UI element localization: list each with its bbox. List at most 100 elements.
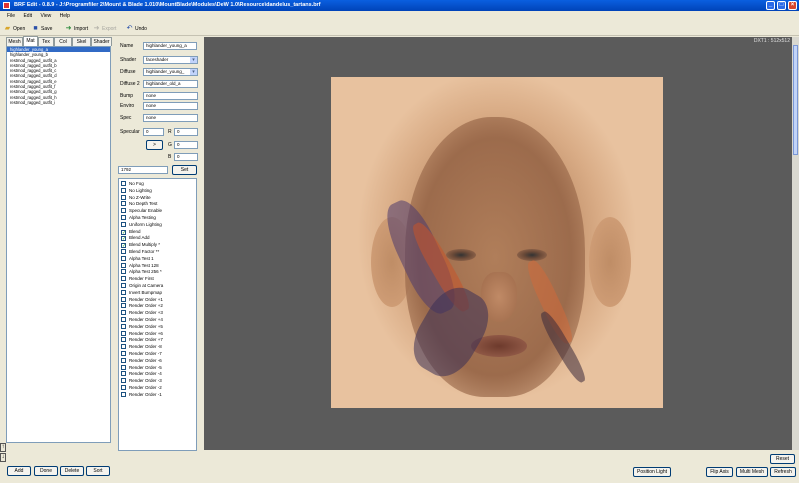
checkbox-icon[interactable]	[121, 262, 126, 268]
checkbox-icon[interactable]	[121, 296, 126, 302]
tab-tex[interactable]: Tex	[38, 37, 54, 46]
checkbox-icon[interactable]	[121, 310, 126, 316]
delete-button[interactable]: Delete	[60, 466, 84, 476]
checkbox-icon[interactable]	[121, 323, 126, 329]
flag-checkbox[interactable]: Render Order -8	[121, 344, 162, 351]
flag-checkbox[interactable]: No Lighting	[121, 187, 152, 195]
flag-checkbox[interactable]: Alpha Test 1	[121, 255, 154, 263]
multi-mesh-button[interactable]: Multi Mesh	[736, 467, 768, 477]
checkbox-icon[interactable]	[121, 330, 126, 336]
minimize-button[interactable]: _	[766, 1, 775, 10]
tab-mat[interactable]: Mat	[23, 36, 38, 46]
checkbox-icon[interactable]	[121, 194, 126, 200]
checkbox-icon[interactable]: ✓	[121, 243, 126, 249]
specular-field[interactable]: 0	[143, 128, 164, 136]
checkbox-icon[interactable]	[121, 351, 126, 356]
checkbox-icon[interactable]	[121, 208, 126, 214]
done-button[interactable]: Done	[34, 466, 58, 476]
open-button[interactable]: ▰ Open	[4, 24, 25, 34]
flag-checkbox[interactable]: Alpha Testing	[121, 215, 156, 222]
tab-shader[interactable]: Shader	[91, 37, 112, 46]
checkbox-icon[interactable]	[121, 283, 126, 288]
vertical-scrollbar[interactable]	[792, 37, 799, 450]
list-item[interactable]: restmod_ragged_outfit_i	[7, 100, 110, 105]
checkbox-icon[interactable]	[121, 303, 126, 309]
shader-select[interactable]: faceshader ▾	[143, 56, 198, 64]
flag-checkbox[interactable]: Render Order -3	[121, 378, 162, 385]
flag-checkbox[interactable]: No Fog	[121, 181, 144, 188]
set-flags-button[interactable]: Set	[172, 165, 197, 175]
flag-checkbox[interactable]: Alpha Test 128	[121, 262, 159, 270]
refresh-button[interactable]: Refresh	[770, 467, 796, 477]
flag-checkbox[interactable]: Invert Bumpmap	[121, 289, 162, 297]
color-pick-button[interactable]: >	[146, 140, 163, 150]
flag-checkbox[interactable]: Render Order -2	[121, 385, 162, 392]
tab-col[interactable]: Col	[54, 37, 72, 46]
flag-checkbox[interactable]: Render Order +3	[121, 310, 163, 317]
flag-checkbox[interactable]: Render Order +1	[121, 296, 163, 304]
menu-view[interactable]: View	[40, 12, 51, 21]
checkbox-icon[interactable]	[121, 378, 126, 384]
checkbox-icon[interactable]	[121, 364, 126, 370]
flag-checkbox[interactable]: Render Order +5	[121, 323, 163, 331]
flag-checkbox[interactable]: Render Order -6	[121, 357, 162, 365]
import-button[interactable]: ➜ Import	[65, 24, 89, 34]
texture-viewport[interactable]: DXT1 : 512x512	[204, 37, 799, 450]
add-button[interactable]: Add	[7, 466, 31, 476]
flag-checkbox[interactable]: Render Order -1	[121, 391, 162, 399]
flag-checkbox[interactable]: No Depth Test	[121, 201, 157, 208]
flag-checkbox[interactable]: Render Order -4	[121, 371, 162, 378]
checkbox-icon[interactable]: ✓	[121, 229, 126, 235]
checkbox-icon[interactable]	[121, 371, 126, 377]
move-down-button[interactable]: ↓	[0, 453, 6, 462]
checkbox-icon[interactable]	[121, 385, 126, 390]
checkbox-icon[interactable]	[121, 357, 126, 363]
flag-checkbox[interactable]: Origin at Camera	[121, 283, 163, 290]
scrollbar-thumb[interactable]	[793, 45, 798, 155]
checkbox-icon[interactable]	[121, 255, 126, 261]
checkbox-icon[interactable]	[121, 215, 126, 220]
flag-checkbox[interactable]: No Z-Write	[121, 194, 151, 202]
tab-mesh[interactable]: Mesh	[6, 37, 23, 46]
checkbox-icon[interactable]	[121, 221, 126, 227]
checkbox-icon[interactable]	[121, 289, 126, 295]
checkbox-icon[interactable]	[121, 187, 126, 193]
export-button[interactable]: ➜ Export	[93, 24, 117, 34]
b-field[interactable]: 0	[174, 153, 198, 161]
menu-edit[interactable]: Edit	[23, 12, 32, 21]
flag-checkbox[interactable]: Render Order +4	[121, 317, 163, 324]
flag-checkbox[interactable]: Alpha Test 256 *	[121, 269, 162, 276]
menu-help[interactable]: Help	[60, 12, 70, 21]
move-up-button[interactable]: ↑	[0, 443, 6, 452]
enviro-field[interactable]: none	[143, 102, 198, 110]
position-light-button[interactable]: Position Light	[633, 467, 671, 477]
chevron-down-icon[interactable]: ▾	[190, 69, 197, 75]
checkbox-icon[interactable]	[121, 181, 126, 186]
flip-axis-button[interactable]: Flip Axis	[706, 467, 733, 477]
tab-skel[interactable]: Skel	[72, 37, 91, 46]
flag-checkbox[interactable]: ✓ Blend	[121, 229, 141, 235]
flag-checkbox[interactable]: Render First	[121, 276, 154, 283]
sort-button[interactable]: Sort	[86, 466, 110, 476]
flag-checkbox[interactable]: Uniform Lighting	[121, 221, 162, 229]
checkbox-icon[interactable]: ✓	[121, 236, 126, 242]
flag-checkbox[interactable]: Blend Factor **	[121, 249, 159, 256]
flags-list[interactable]: No Fog No Lighting No Z-Write No Depth Test…	[118, 178, 197, 451]
flag-checkbox[interactable]: Specular Enable	[121, 208, 162, 215]
checkbox-icon[interactable]	[121, 337, 126, 343]
flag-checkbox[interactable]: Render Order +7	[121, 337, 163, 344]
checkbox-icon[interactable]	[121, 391, 126, 397]
save-button[interactable]: ■ Save	[32, 24, 52, 34]
flag-checkbox[interactable]: Render Order -7	[121, 351, 162, 358]
bump-field[interactable]: none	[143, 92, 198, 100]
material-list[interactable]: highlander_young_a highlander_young_b re…	[6, 46, 111, 443]
diffuse-select[interactable]: highlander_young_ ▾	[143, 68, 198, 76]
diffuse2-field[interactable]: highlander_old_a	[143, 80, 198, 88]
flag-checkbox[interactable]: Render Order +6	[121, 330, 163, 338]
flag-checkbox[interactable]: ✓ Blend Add	[121, 235, 150, 242]
menu-file[interactable]: File	[7, 12, 15, 21]
close-button[interactable]: ×	[788, 1, 797, 10]
chevron-down-icon[interactable]: ▾	[190, 57, 197, 63]
checkbox-icon[interactable]	[121, 344, 126, 350]
r-field[interactable]: 0	[174, 128, 198, 136]
